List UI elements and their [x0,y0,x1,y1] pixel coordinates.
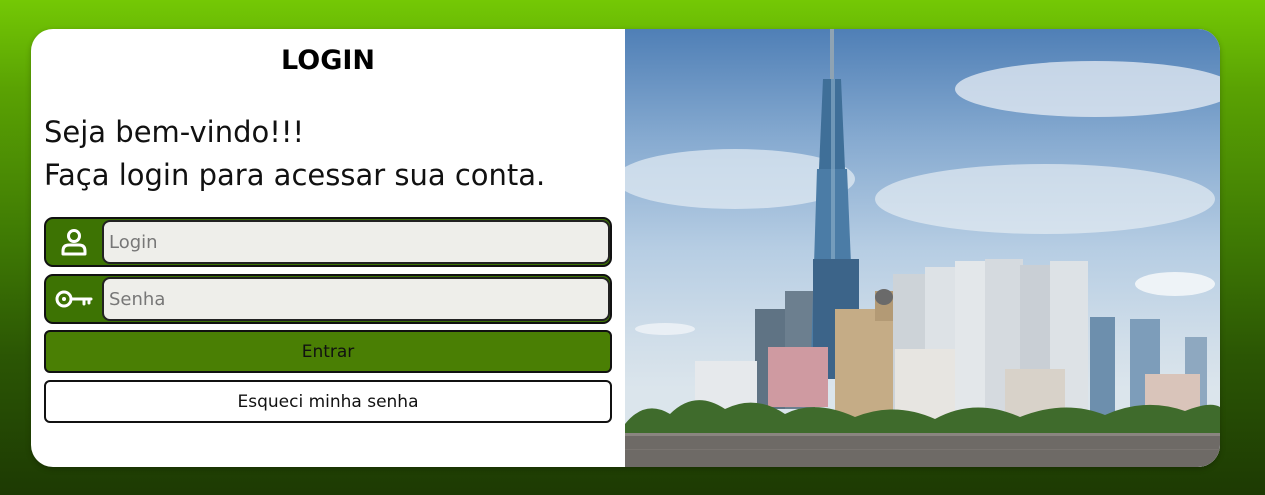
welcome-message: Seja bem-vindo!!! Faça login para acessa… [44,111,545,197]
submit-button[interactable]: Entrar [44,330,612,373]
login-panel: LOGIN Seja bem-vindo!!! Faça login para … [31,29,625,467]
password-field-group [44,274,612,324]
welcome-line-2: Faça login para acessar sua conta. [44,158,546,192]
login-card: LOGIN Seja bem-vindo!!! Faça login para … [31,29,1220,467]
city-skyline-image [625,29,1220,467]
login-input[interactable] [102,220,610,264]
key-icon [46,276,102,322]
user-icon [46,219,102,265]
login-field-group [44,217,612,267]
forgot-password-button[interactable]: Esqueci minha senha [44,380,612,423]
page-title: LOGIN [281,45,375,76]
welcome-line-1: Seja bem-vindo!!! [44,115,305,149]
password-input[interactable] [102,277,610,321]
